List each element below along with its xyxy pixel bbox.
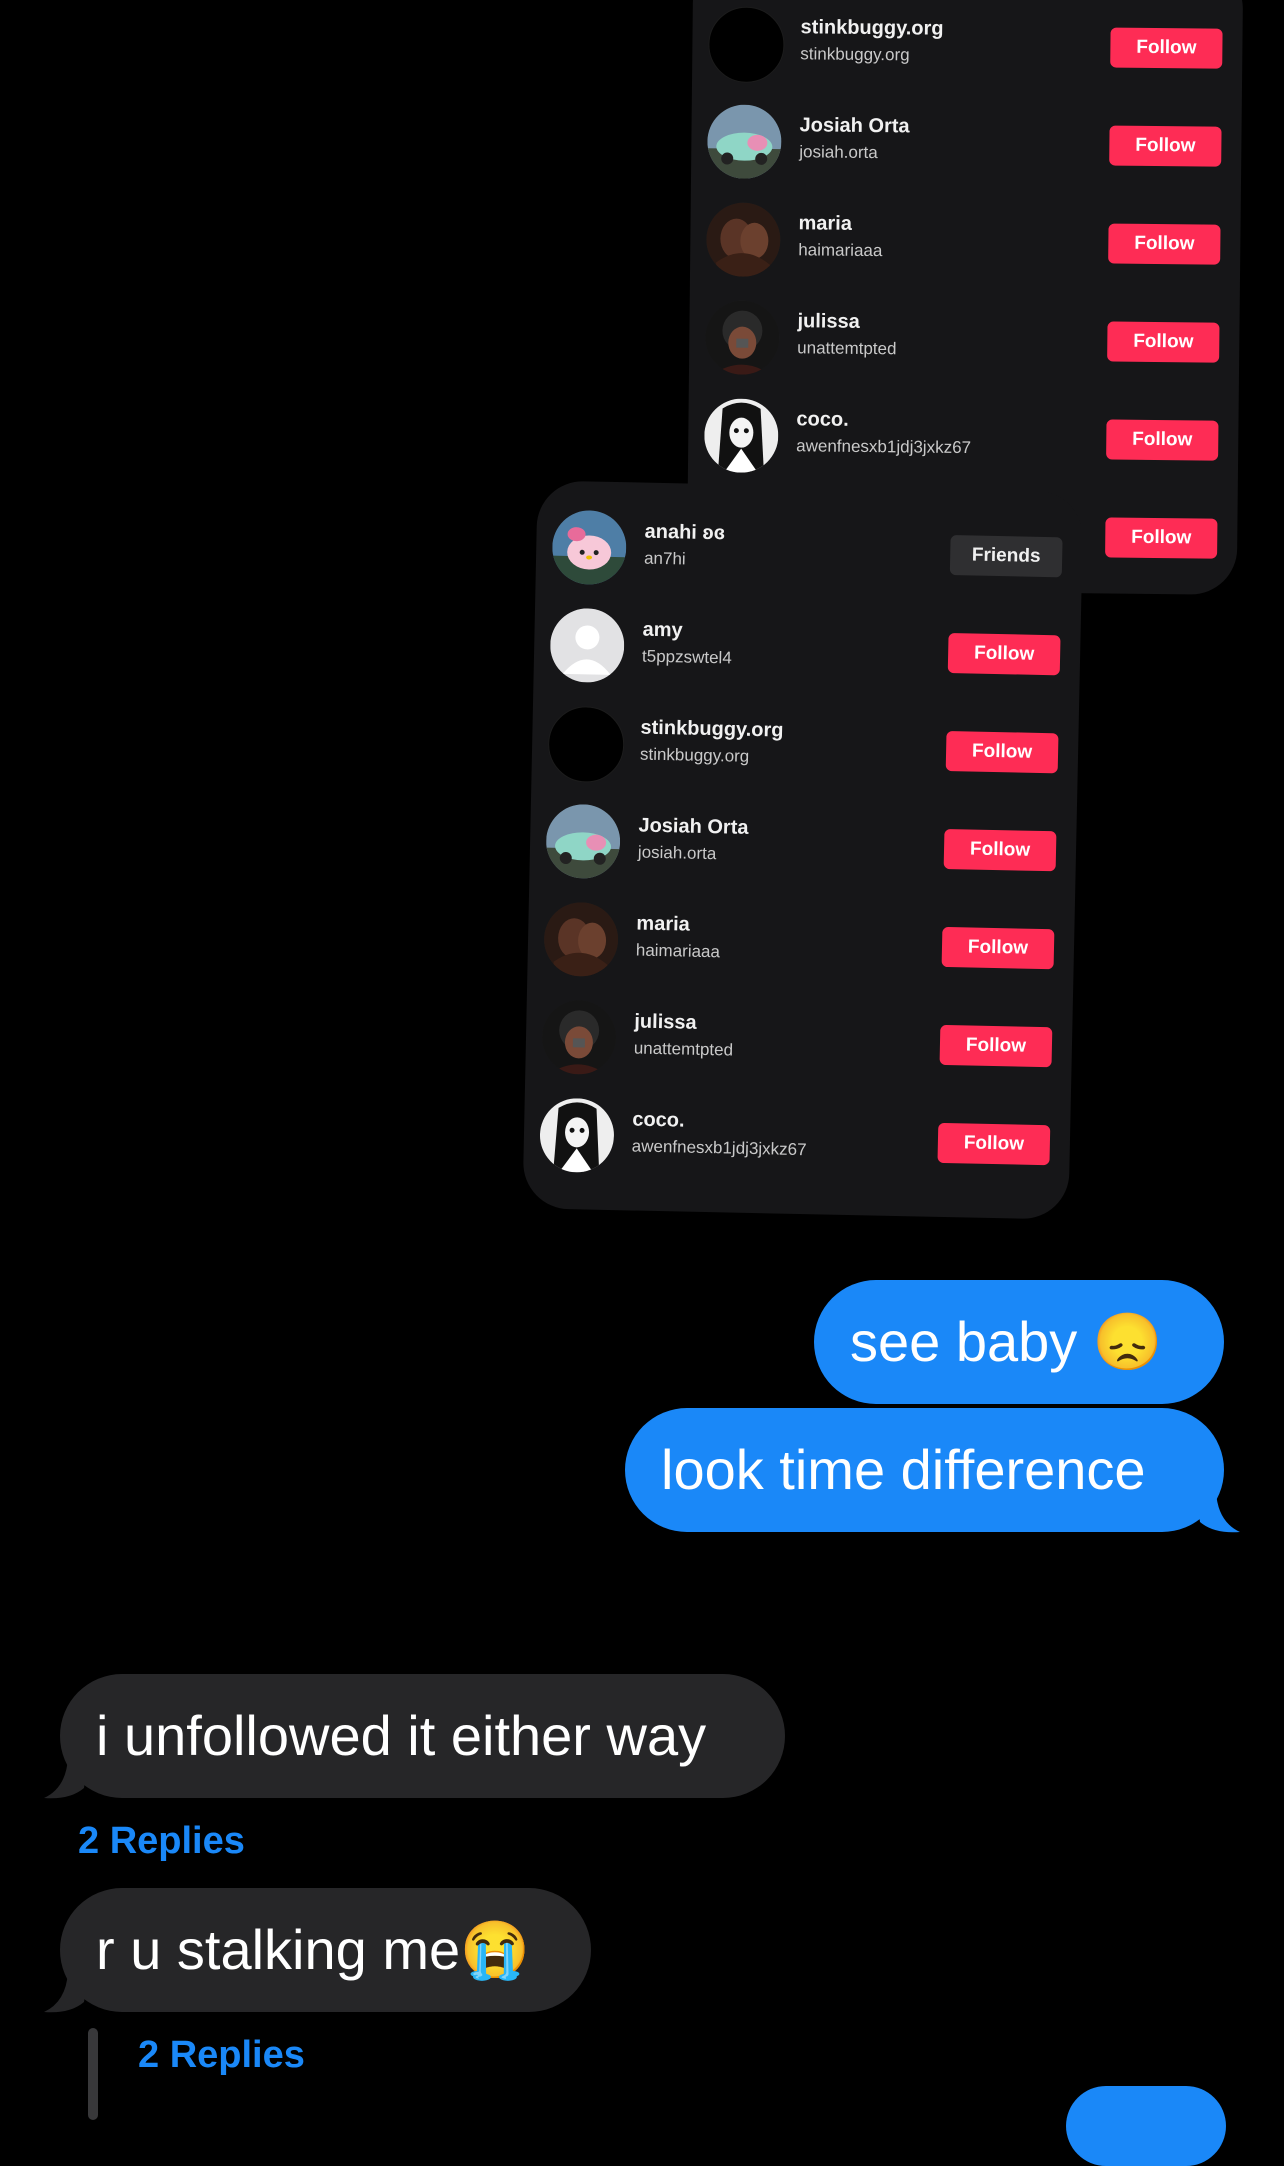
follow-button[interactable]: Follow bbox=[939, 1024, 1053, 1068]
sent-message-bubble[interactable] bbox=[1066, 2086, 1226, 2166]
received-message-bubble[interactable]: r u stalking me😭 bbox=[60, 1888, 591, 2012]
display-name: Josiah Orta bbox=[799, 114, 910, 138]
list-item: anahi ʚɞ an7hi Friends bbox=[535, 500, 1083, 609]
follow-button[interactable]: Follow bbox=[945, 730, 1059, 774]
follow-button[interactable]: Follow bbox=[941, 926, 1055, 970]
bubble-tail-icon bbox=[44, 1972, 88, 2013]
list-item: julissa unattemtpted Follow bbox=[689, 291, 1240, 395]
avatar bbox=[707, 104, 782, 180]
display-name: amy bbox=[642, 618, 683, 642]
list-item: stinkbuggy.org stinkbuggy.org Follow bbox=[531, 696, 1079, 805]
replies-link[interactable]: 2 Replies bbox=[78, 1820, 245, 1863]
list-item: maria haimariaaa Follow bbox=[690, 193, 1241, 297]
message-text: look time difference bbox=[661, 1438, 1146, 1501]
username: awenfnesxb1jdj3jxkz67 bbox=[631, 1136, 807, 1160]
display-name: anahi ʚɞ bbox=[644, 520, 726, 545]
display-name: stinkbuggy.org bbox=[640, 716, 784, 742]
display-name: coco. bbox=[796, 408, 849, 431]
thread-line bbox=[88, 2028, 98, 2120]
username: josiah.orta bbox=[799, 142, 878, 163]
username: an7hi bbox=[643, 548, 686, 569]
received-message-bubble[interactable]: i unfollowed it either way bbox=[60, 1674, 785, 1798]
avatar bbox=[704, 300, 780, 376]
list-item: amy t5ppzswtel4 Follow bbox=[533, 598, 1081, 707]
follow-button[interactable]: Follow bbox=[937, 1122, 1051, 1166]
replies-link[interactable]: 2 Replies bbox=[138, 2034, 305, 2077]
follow-button[interactable]: Follow bbox=[947, 633, 1061, 676]
sent-message-bubble[interactable]: look time difference bbox=[625, 1408, 1224, 1532]
follow-button[interactable]: Follow bbox=[1109, 125, 1222, 167]
username: stinkbuggy.org bbox=[639, 744, 750, 766]
avatar bbox=[545, 803, 621, 880]
bubble-tail-icon bbox=[44, 1758, 88, 1799]
follow-button[interactable]: Follow bbox=[943, 828, 1057, 872]
list-item: coco. awenfnesxb1jdj3jxkz67 Follow bbox=[688, 389, 1239, 493]
follow-button[interactable]: Follow bbox=[1108, 223, 1221, 265]
display-name: coco. bbox=[632, 1108, 685, 1132]
display-name: maria bbox=[636, 912, 691, 936]
avatar bbox=[543, 901, 619, 978]
message-text: see baby 😞 bbox=[850, 1310, 1163, 1373]
display-name: maria bbox=[798, 212, 853, 235]
bubble-tail-icon bbox=[1196, 1492, 1240, 1533]
username: stinkbuggy.org bbox=[800, 44, 910, 65]
message-text: i unfollowed it either way bbox=[96, 1704, 707, 1767]
list-item: coco. awenfnesxb1jdj3jxkz67 Follow bbox=[523, 1088, 1071, 1197]
avatar bbox=[551, 509, 628, 586]
avatar bbox=[539, 1097, 615, 1174]
display-name: stinkbuggy.org bbox=[800, 16, 944, 40]
display-name: julissa bbox=[797, 310, 860, 333]
avatar bbox=[703, 398, 779, 474]
follow-button[interactable]: Follow bbox=[1105, 517, 1218, 559]
shared-screenshot-following-list-front[interactable]: anahi ʚɞ an7hi Friends amy t5ppzswtel4 Fol… bbox=[522, 480, 1084, 1220]
avatar bbox=[708, 6, 785, 84]
username: unattemtpted bbox=[797, 338, 897, 359]
list-item: julissa unattemtpted Follow bbox=[525, 990, 1073, 1099]
display-name: Josiah Orta bbox=[638, 814, 749, 839]
username: awenfnesxb1jdj3jxkz67 bbox=[796, 436, 972, 458]
follow-button[interactable]: Follow bbox=[1107, 321, 1220, 363]
list-item: maria haimariaaa Follow bbox=[527, 892, 1075, 1001]
list-item: Josiah Orta josiah.orta Follow bbox=[691, 95, 1242, 199]
default-avatar-icon bbox=[549, 607, 626, 684]
follow-button[interactable]: Follow bbox=[1110, 27, 1223, 69]
follow-button[interactable]: Follow bbox=[1106, 419, 1219, 461]
friends-button[interactable]: Friends bbox=[949, 535, 1063, 578]
username: josiah.orta bbox=[637, 842, 717, 864]
list-item: stinkbuggy.org stinkbuggy.org Follow bbox=[692, 0, 1243, 101]
avatar bbox=[541, 999, 617, 1076]
sent-message-bubble[interactable]: see baby 😞 bbox=[814, 1280, 1224, 1404]
username: haimariaaa bbox=[798, 240, 883, 261]
message-text: r u stalking me😭 bbox=[96, 1918, 530, 1981]
username: t5ppzswtel4 bbox=[641, 646, 732, 668]
username: unattemtpted bbox=[633, 1038, 734, 1060]
display-name: julissa bbox=[634, 1010, 697, 1034]
avatar bbox=[547, 705, 625, 784]
avatar bbox=[705, 202, 781, 278]
list-item: Josiah Orta josiah.orta Follow bbox=[529, 794, 1077, 903]
username: haimariaaa bbox=[635, 940, 721, 962]
